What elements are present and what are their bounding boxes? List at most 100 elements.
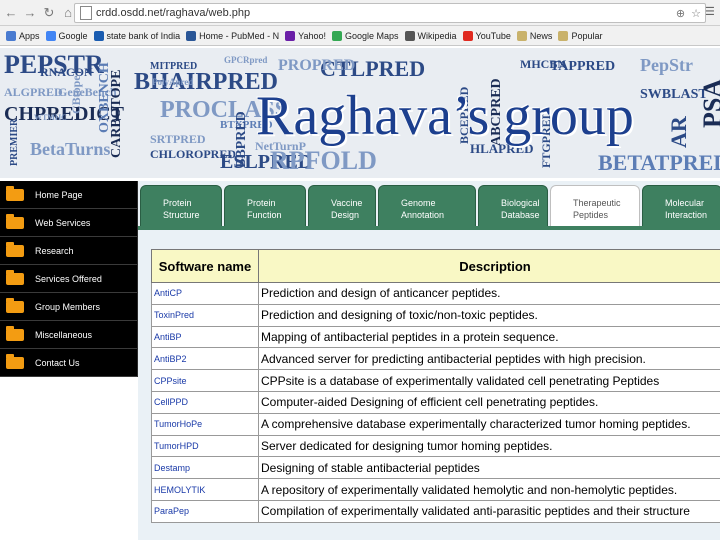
sidebar-item[interactable]: Group Members xyxy=(0,293,137,321)
banner-word: PROPRED xyxy=(278,57,356,74)
bookmark-item[interactable]: Apps xyxy=(6,30,40,41)
software-table: Software name Description AntiCP Predicti… xyxy=(151,249,720,523)
wikipedia-icon xyxy=(404,30,415,41)
table-row: TumorHPD Server dedicated for designing t… xyxy=(151,434,720,458)
table-row: AntiCP Prediction and design of anticance… xyxy=(151,282,720,305)
banner-word: SRTPRED xyxy=(150,132,206,146)
main-content: Protein Structure Protein Function Vaccine… xyxy=(138,181,720,540)
folder-icon xyxy=(558,30,569,41)
page: ← → ↻ ⌂ crdd.osdd.net/raghava/web.php ⊕ … xyxy=(0,0,720,540)
folder-icon xyxy=(6,297,24,313)
menu-icon[interactable]: ☰ xyxy=(705,6,717,18)
google-icon xyxy=(45,30,56,41)
youtube-icon xyxy=(462,30,473,41)
tab-item[interactable]: Biological Database xyxy=(478,185,548,227)
bookmark-item[interactable]: Home - PubMed - N xyxy=(186,30,280,41)
sbi-icon xyxy=(93,30,104,41)
software-description: CPPsite is a database of experimentally … xyxy=(258,369,720,392)
bookmark-label: state bank of India xyxy=(106,30,181,41)
sidebar-item[interactable]: Home Page xyxy=(0,181,137,209)
zoom-icon[interactable]: ⊕ xyxy=(676,7,685,20)
site-banner: PEPSTR ALGPRED GeneBench CHPREDICT BetaTurns… xyxy=(0,48,720,178)
software-description: Server dedicated for designing tumor hom… xyxy=(258,434,720,458)
yahoo-icon xyxy=(285,30,296,41)
banner-word: PSA xyxy=(698,78,720,128)
tab-item[interactable]: Molecular Interaction xyxy=(642,185,720,227)
banner-word: RNACON xyxy=(40,65,93,79)
apps-icon xyxy=(6,30,16,41)
banner-word: OXBENCH xyxy=(97,62,112,133)
header-description: Description xyxy=(258,249,720,283)
sidebar-item[interactable]: Web Services xyxy=(0,209,137,237)
url-input[interactable]: crdd.osdd.net/raghava/web.php ⊕ ☆ xyxy=(74,3,706,23)
folder-icon xyxy=(6,241,24,257)
tab-item[interactable]: Protein Structure xyxy=(140,185,222,227)
banner-word: AR xyxy=(666,116,691,148)
banner-word: PepStr xyxy=(640,55,693,75)
sidebar-item[interactable]: Services Offered xyxy=(0,265,137,293)
software-link[interactable]: AntiBP2 xyxy=(151,347,259,371)
software-link[interactable]: TumorHoPe xyxy=(151,412,259,436)
bookmark-item[interactable]: Google Maps xyxy=(332,30,399,41)
tab-item[interactable]: Protein Function xyxy=(224,185,306,227)
bookmark-label: News xyxy=(529,30,553,41)
header-software-name: Software name xyxy=(151,249,259,283)
bookmark-label: Wikipedia xyxy=(417,30,457,41)
folder-icon xyxy=(6,185,24,201)
table-row: ToxinPred Prediction and designing of tox… xyxy=(151,303,720,327)
forward-icon[interactable]: → xyxy=(22,5,38,21)
tab-item[interactable]: Therapeutic Peptides xyxy=(550,185,640,227)
software-link[interactable]: HEMOLYTIK xyxy=(151,478,259,501)
software-link[interactable]: AntiCP xyxy=(151,282,259,305)
software-description: Prediction and design of anticancer pept… xyxy=(258,282,720,305)
table-row: HEMOLYTIK A repository of experimentally … xyxy=(151,478,720,501)
software-description: A repository of experimentally validated… xyxy=(258,478,720,501)
page-icon xyxy=(80,6,92,20)
bookmark-label: YouTube xyxy=(475,30,511,41)
table-row: AntiBP Mapping of antibacterial peptides … xyxy=(151,325,720,349)
software-description: Prediction and designing of toxic/non-to… xyxy=(258,303,720,327)
software-link[interactable]: Destamp xyxy=(151,456,259,480)
software-link[interactable]: AntiBP xyxy=(151,325,259,349)
bookmark-item[interactable]: Google xyxy=(45,30,88,41)
software-description: Mapping of antibacterial peptides in a p… xyxy=(258,325,720,349)
bookmark-item[interactable]: Yahoo! xyxy=(285,30,326,41)
software-link[interactable]: CPPsite xyxy=(151,369,259,392)
reload-icon[interactable]: ↻ xyxy=(41,5,57,21)
sidebar-item[interactable]: Miscellaneous xyxy=(0,321,137,349)
category-tabs: Protein Structure Protein Function Vaccine… xyxy=(138,185,720,227)
sidebar-item-label: Research xyxy=(35,245,74,256)
bookmarks-bar: Apps Google state bank of India Home - PubM… xyxy=(0,26,720,46)
table-row: AntiBP2 Advanced server for predicting an… xyxy=(151,347,720,371)
folder-icon xyxy=(6,353,24,369)
bookmark-item[interactable]: YouTube xyxy=(462,30,511,41)
sidebar-item-label: Group Members xyxy=(35,301,101,312)
bookmark-label: Home - PubMed - N xyxy=(199,30,280,41)
bookmark-star-icon[interactable]: ☆ xyxy=(691,7,701,20)
software-link[interactable]: ParaPep xyxy=(151,499,259,523)
sidebar-item-label: Web Services xyxy=(35,217,91,228)
bookmark-item[interactable]: Wikipedia xyxy=(404,30,457,41)
bookmark-item[interactable]: Popular xyxy=(558,30,602,41)
sidebar-item-label: Services Offered xyxy=(35,273,102,284)
bookmark-item[interactable]: state bank of India xyxy=(93,30,181,41)
banner-word: PREMIER xyxy=(9,118,20,166)
bookmark-item[interactable]: News xyxy=(516,30,553,41)
banner-word: BetaTurns xyxy=(30,139,111,159)
software-description: A comprehensive database experimentally … xyxy=(258,412,720,436)
sidebar-item[interactable]: Research xyxy=(0,237,137,265)
bookmark-label: Google xyxy=(58,30,88,41)
tab-item[interactable]: Genome Annotation xyxy=(378,185,476,227)
table-row: CPPsite CPPsite is a database of experime… xyxy=(151,369,720,392)
banner-word: CARBOTOPE xyxy=(109,69,124,158)
folder-icon xyxy=(516,30,527,41)
software-link[interactable]: TumorHPD xyxy=(151,434,259,458)
software-link[interactable]: CellPPD xyxy=(151,390,259,414)
sidebar-item[interactable]: Contact Us xyxy=(0,349,137,377)
banner-title: Raghava’s group xyxy=(256,85,634,147)
back-icon[interactable]: ← xyxy=(3,5,19,21)
software-link[interactable]: ToxinPred xyxy=(151,303,259,327)
software-description: Compilation of experimentally validated … xyxy=(258,499,720,523)
tab-item[interactable]: Vaccine Design xyxy=(308,185,376,227)
banner-word: GPCRpred xyxy=(224,55,268,65)
